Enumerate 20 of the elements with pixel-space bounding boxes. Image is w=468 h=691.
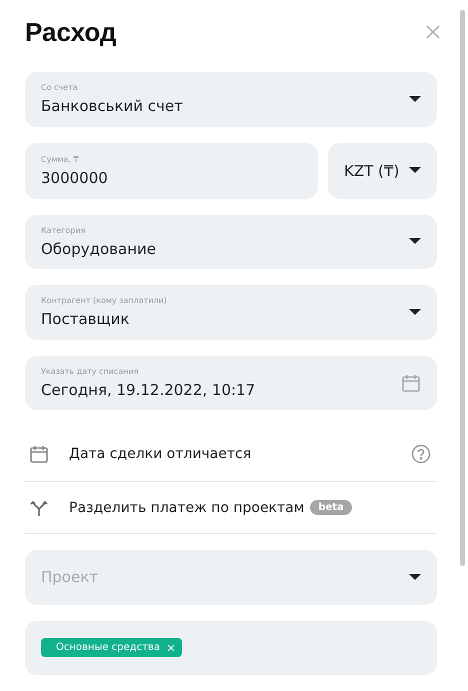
select-field[interactable]: Категория Оборудование — [25, 214, 437, 269]
calendar-icon — [401, 372, 421, 393]
dropdown-caret-icon[interactable] — [409, 308, 421, 316]
dropdown-caret-icon[interactable] — [409, 238, 421, 246]
select-field[interactable]: Со счета Банковський счет — [25, 72, 437, 126]
calendar-icon — [29, 444, 49, 464]
currency-select[interactable]: KZT (₸) — [328, 142, 437, 198]
select-field[interactable]: Контрагент (кому заплатили) Поставщик — [25, 285, 437, 340]
remove-icon[interactable] — [168, 644, 174, 651]
dropdown-caret-icon[interactable] — [409, 574, 421, 581]
dropdown-caret-icon[interactable] — [409, 167, 421, 174]
beta-badge: beta — [310, 500, 352, 515]
help-icon[interactable] — [411, 444, 431, 464]
dialog-title: Расход — [25, 16, 116, 48]
dropdown-caret-icon[interactable] — [409, 96, 421, 103]
option-label[interactable]: Дата сделки отличается — [69, 446, 252, 462]
option-label[interactable]: Разделить платеж по проектам — [69, 500, 304, 516]
scrollbar[interactable] — [460, 10, 465, 566]
date-field[interactable]: Указать дату списания Сегодня, 19.12.2022, 10:17 — [25, 356, 437, 410]
amount-field[interactable]: Сумма, ₸ 3000000 — [25, 142, 318, 198]
